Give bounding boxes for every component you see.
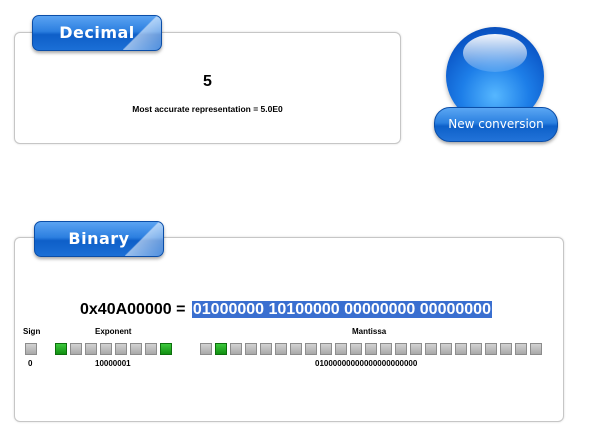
exponent-bit-toggle[interactable]	[85, 343, 97, 355]
exponent-value: 10000001	[95, 359, 131, 368]
mantissa-bit-toggle[interactable]	[290, 343, 302, 355]
sign-bit-row	[25, 343, 37, 355]
mantissa-bit-toggle[interactable]	[215, 343, 227, 355]
mantissa-bit-toggle[interactable]	[245, 343, 257, 355]
sign-value: 0	[28, 359, 33, 368]
mantissa-bit-toggle[interactable]	[500, 343, 512, 355]
exponent-bit-toggle[interactable]	[130, 343, 142, 355]
exponent-bit-toggle[interactable]	[70, 343, 82, 355]
decimal-header-tab: Decimal	[32, 15, 162, 51]
mantissa-bit-toggle[interactable]	[455, 343, 467, 355]
exponent-bit-toggle[interactable]	[100, 343, 112, 355]
mantissa-bit-toggle[interactable]	[365, 343, 377, 355]
mantissa-bit-toggle[interactable]	[275, 343, 287, 355]
new-conversion-button[interactable]: New conversion	[434, 107, 558, 142]
exponent-bit-toggle[interactable]	[55, 343, 67, 355]
mantissa-bit-toggle[interactable]	[320, 343, 332, 355]
mantissa-bit-toggle[interactable]	[200, 343, 212, 355]
mantissa-label: Mantissa	[352, 327, 387, 336]
mantissa-bit-toggle[interactable]	[395, 343, 407, 355]
sign-bit-toggle[interactable]	[25, 343, 37, 355]
exponent-bit-toggle[interactable]	[145, 343, 157, 355]
mantissa-bit-toggle[interactable]	[260, 343, 272, 355]
mantissa-bit-toggle[interactable]	[485, 343, 497, 355]
accuracy-text: Most accurate representation = 5.0E0	[132, 104, 283, 114]
mantissa-bit-toggle[interactable]	[230, 343, 242, 355]
binary-value-selected[interactable]: 01000000 10100000 00000000 00000000	[191, 301, 492, 318]
mantissa-bit-toggle[interactable]	[530, 343, 542, 355]
mantissa-bit-toggle[interactable]	[305, 343, 317, 355]
mantissa-value: 01000000000000000000000	[315, 359, 418, 368]
exponent-bit-row	[55, 343, 172, 355]
mantissa-bit-toggle[interactable]	[440, 343, 452, 355]
hex-value: 0x40A00000	[80, 301, 172, 318]
decimal-value: 5	[203, 73, 212, 90]
mantissa-bit-toggle[interactable]	[425, 343, 437, 355]
mantissa-bit-toggle[interactable]	[350, 343, 362, 355]
binary-header-tab: Binary	[34, 221, 164, 257]
exponent-bit-toggle[interactable]	[115, 343, 127, 355]
mantissa-bit-row	[200, 343, 542, 355]
exponent-bit-toggle[interactable]	[160, 343, 172, 355]
equals-sign: =	[171, 301, 190, 318]
mantissa-bit-toggle[interactable]	[410, 343, 422, 355]
exponent-label: Exponent	[95, 327, 132, 336]
sign-label: Sign	[23, 327, 41, 336]
mantissa-bit-toggle[interactable]	[515, 343, 527, 355]
mantissa-bit-toggle[interactable]	[470, 343, 482, 355]
mantissa-bit-toggle[interactable]	[380, 343, 392, 355]
hex-binary-line: 0x40A00000 = 01000000 10100000 00000000 …	[80, 298, 492, 322]
mantissa-bit-toggle[interactable]	[335, 343, 347, 355]
